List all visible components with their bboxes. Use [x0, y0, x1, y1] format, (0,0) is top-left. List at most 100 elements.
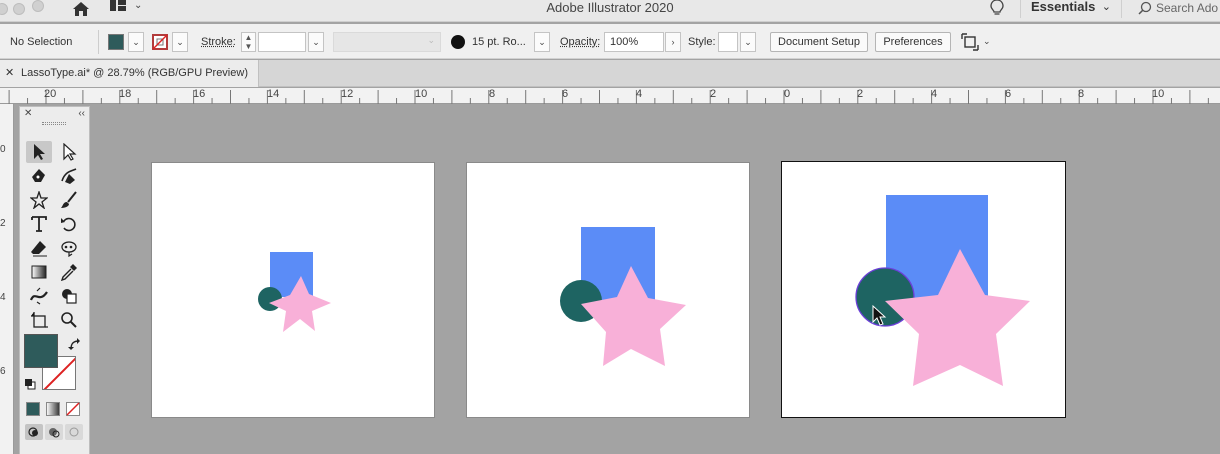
stroke-dropdown-button[interactable]: ⌄: [172, 32, 188, 52]
ruler-label: 2: [0, 218, 6, 229]
stroke-weight-input[interactable]: [258, 32, 306, 52]
ruler-label: 4: [636, 88, 642, 100]
paintbrush-tool[interactable]: [56, 189, 82, 211]
puppet-warp-tool[interactable]: [56, 237, 82, 259]
default-fill-stroke-icon[interactable]: [24, 378, 36, 390]
chevron-down-icon: ⌄: [1102, 0, 1111, 16]
width-tool-icon: [30, 287, 48, 305]
variable-width-profile-dropdown: ⌄: [333, 32, 441, 52]
direct-selection-arrow-icon: [60, 143, 78, 161]
rotate-tool[interactable]: [56, 213, 82, 235]
star-tool[interactable]: [26, 189, 52, 211]
document-tab-title: LassoType.ai* @ 28.79% (RGB/GPU Preview): [21, 67, 248, 79]
control-bar: No Selection ⌄ ⌄ Stroke: ▲ ▼ ⌄ ⌄ 15 pt. R…: [0, 24, 1220, 59]
eyedropper-icon: [60, 263, 78, 281]
none-mode-button[interactable]: [66, 402, 80, 416]
stroke-weight-dropdown[interactable]: ⌄: [308, 32, 324, 52]
arrange-documents-icon[interactable]: [960, 32, 980, 52]
artboard-2[interactable]: [466, 162, 750, 418]
fill-dropdown-button[interactable]: ⌄: [128, 32, 144, 52]
pen-icon: [30, 167, 48, 185]
fill-swatch-large[interactable]: [24, 334, 58, 368]
close-tab-icon[interactable]: ✕: [5, 66, 14, 79]
opacity-label[interactable]: Opacity:: [560, 32, 600, 52]
close-panel-icon[interactable]: ✕: [24, 108, 32, 119]
brush-definition-icon[interactable]: [451, 35, 465, 49]
lightbulb-icon[interactable]: [990, 0, 1004, 17]
eraser-icon: [30, 239, 48, 257]
ruler-label: 0: [784, 88, 790, 100]
direct-selection-tool[interactable]: [56, 141, 82, 163]
type-icon: [30, 215, 48, 233]
divider: [98, 30, 99, 54]
artboard-3[interactable]: [781, 161, 1066, 418]
draw-normal-button[interactable]: [25, 424, 43, 440]
draw-behind-button[interactable]: [45, 424, 63, 440]
opacity-arrow-button[interactable]: ›: [665, 32, 681, 52]
draw-behind-icon: [45, 424, 63, 440]
curvature-tool[interactable]: [56, 165, 82, 187]
ruler-label: 12: [341, 88, 353, 100]
ruler-label: 8: [489, 88, 495, 100]
gradient-tool[interactable]: [26, 261, 52, 283]
ruler-label: 8: [1078, 88, 1084, 100]
stroke-weight-stepper[interactable]: ▲ ▼: [241, 32, 256, 52]
width-tool[interactable]: [26, 285, 52, 307]
color-mode-button[interactable]: [26, 402, 40, 416]
document-tab-strip: ✕ LassoType.ai* @ 28.79% (RGB/GPU Previe…: [0, 60, 1220, 87]
ruler-label: 14: [267, 88, 279, 100]
search-field[interactable]: Search Ado: [1132, 0, 1220, 18]
zoom-icon: [60, 311, 78, 329]
pen-tool[interactable]: [26, 165, 52, 187]
chevron-down-icon: ⌄: [427, 35, 435, 46]
draw-inside-button[interactable]: [65, 424, 83, 440]
panel-grip[interactable]: [42, 122, 66, 125]
document-setup-button[interactable]: Document Setup: [770, 32, 868, 52]
swap-fill-stroke-icon[interactable]: [68, 338, 82, 352]
ruler-label: 16: [193, 88, 205, 100]
artboard-3-artwork: [782, 162, 1067, 419]
shape-builder-tool[interactable]: [56, 285, 82, 307]
graphic-style-swatch[interactable]: [718, 32, 738, 52]
workspace-switcher[interactable]: Essentials ⌄: [1020, 0, 1122, 18]
brush-dropdown-button[interactable]: ⌄: [534, 32, 550, 52]
gradient-mode-button[interactable]: [46, 402, 60, 416]
chevron-down-icon[interactable]: ⌄: [983, 36, 991, 47]
eraser-tool[interactable]: [26, 237, 52, 259]
selection-status: No Selection: [10, 32, 72, 52]
style-label: Style:: [688, 32, 716, 52]
type-tool[interactable]: [26, 213, 52, 235]
opacity-input[interactable]: 100%: [604, 32, 664, 52]
style-dropdown-button[interactable]: ⌄: [740, 32, 756, 52]
preferences-button[interactable]: Preferences: [875, 32, 951, 52]
artboard-2-artwork: [467, 163, 751, 419]
artboard-tool[interactable]: [26, 309, 52, 331]
eyedropper-tool[interactable]: [56, 261, 82, 283]
rotate-icon: [60, 215, 78, 233]
fill-color-swatch[interactable]: [108, 34, 124, 50]
curvature-pen-icon: [60, 167, 78, 185]
stroke-color-swatch[interactable]: [152, 34, 168, 50]
ruler-label: 6: [562, 88, 568, 100]
document-tab[interactable]: ✕ LassoType.ai* @ 28.79% (RGB/GPU Previe…: [0, 60, 259, 87]
collapse-panel-icon[interactable]: ‹‹: [78, 108, 85, 119]
zoom-tool[interactable]: [56, 309, 82, 331]
stroke-label[interactable]: Stroke:: [201, 32, 236, 52]
ruler-label: 2: [857, 88, 863, 100]
artboard-icon: [30, 311, 48, 329]
ruler-label: 6: [1005, 88, 1011, 100]
ruler-label: 6: [0, 366, 6, 377]
vertical-ruler[interactable]: 0 2 4 6: [0, 104, 14, 454]
paintbrush-icon: [60, 191, 78, 209]
ruler-label: 10: [1152, 88, 1164, 100]
ruler-label: 0: [0, 144, 6, 155]
tools-panel-header[interactable]: ✕ ‹‹: [20, 107, 89, 131]
selection-tool[interactable]: [26, 141, 52, 163]
title-bar: ⌄ Adobe Illustrator 2020 Essentials ⌄ Se…: [0, 0, 1220, 22]
horizontal-ruler[interactable]: 20 18 16 14 12 10 8 6 4 2 0 2 4 6 8 10: [0, 88, 1220, 104]
ruler-label: 4: [931, 88, 937, 100]
artboard-1[interactable]: [151, 162, 435, 418]
artboard-1-artwork: [152, 163, 436, 419]
brush-definition-label[interactable]: 15 pt. Ro...: [472, 32, 526, 52]
search-placeholder: Search Ado: [1156, 1, 1218, 15]
